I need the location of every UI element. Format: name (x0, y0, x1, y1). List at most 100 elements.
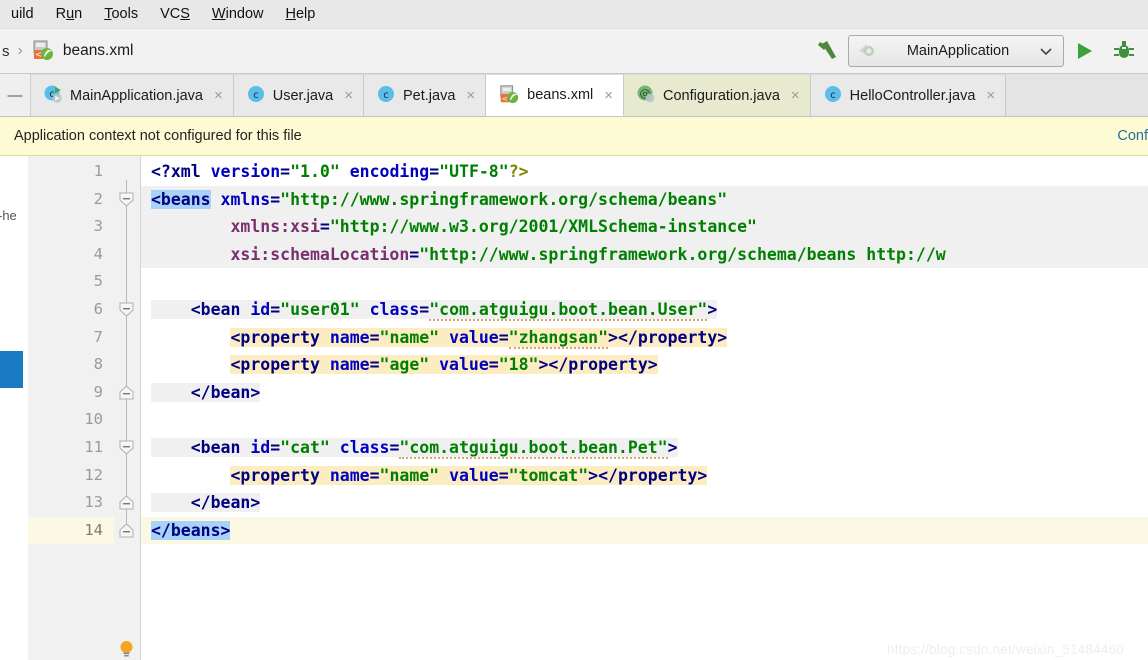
breadcrumb-separator-icon: › (17, 42, 23, 59)
menu-item-build[interactable]: uild (0, 2, 45, 26)
line-number: 13 (84, 493, 103, 512)
menu-bar: uild Run Tools VCS Window Help (0, 0, 1148, 29)
tab-pet-java[interactable]: c Pet.java × (363, 74, 487, 116)
code-line-10[interactable] (141, 406, 1148, 434)
close-icon[interactable]: × (604, 88, 613, 103)
annotation-icon: @ (636, 84, 656, 107)
navigation-toolbar: s › < beans.xml MainApplication (0, 29, 1148, 74)
code-editor: -he 1 2 3 4 5 6 7 8 9 10 11 12 13 14 (0, 156, 1148, 660)
tab-user-java[interactable]: c User.java × (233, 74, 364, 116)
line-number: 8 (93, 355, 103, 374)
debug-bug-icon[interactable] (1104, 33, 1144, 69)
run-config-label: MainApplication (906, 43, 1010, 59)
close-icon[interactable]: × (214, 88, 223, 103)
svg-text:c: c (253, 90, 259, 101)
code-line-12[interactable]: <property name="name" value="tomcat"></p… (141, 462, 1148, 490)
line-number: 4 (93, 244, 103, 263)
svg-text:<: < (35, 50, 42, 59)
hammer-icon[interactable] (808, 33, 848, 69)
code-line-3[interactable]: xmlns:xsi="http://www.w3.org/2001/XMLSch… (141, 213, 1148, 241)
fold-marker-end[interactable] (118, 384, 135, 401)
breadcrumb-segment[interactable]: s (2, 43, 10, 60)
ide-window: uild Run Tools VCS Window Help s › < bea… (0, 0, 1148, 660)
menu-label: uild (11, 6, 34, 22)
line-number: 1 (93, 162, 103, 180)
close-icon[interactable]: × (986, 88, 995, 103)
fold-marker-expanded[interactable] (118, 191, 135, 208)
tool-window-indicator[interactable] (0, 351, 23, 388)
line-number-gutter: 1 2 3 4 5 6 7 8 9 10 11 12 13 14 (28, 156, 114, 660)
chevron-down-icon[interactable] (1039, 44, 1053, 59)
tab-label: Pet.java (402, 87, 456, 104)
fold-marker-end[interactable] (118, 494, 135, 511)
code-line-11[interactable]: <bean id="cat" class="com.atguigu.boot.b… (141, 434, 1148, 462)
code-line-5[interactable] (141, 268, 1148, 296)
tab-label: HelloController.java (849, 87, 976, 104)
line-number: 14 (28, 516, 114, 545)
java-class-run-icon: c (43, 84, 63, 107)
spring-xml-icon: < (31, 38, 55, 65)
line-number: 2 (93, 189, 103, 208)
run-configuration-selector[interactable]: MainApplication (848, 35, 1064, 67)
run-config-icon (857, 40, 877, 63)
menu-item-tools[interactable]: Tools (93, 2, 149, 26)
tool-window-collapse-button[interactable]: — (0, 74, 31, 116)
code-line-7[interactable]: <property name="name" value="zhangsan"><… (141, 324, 1148, 352)
close-icon[interactable]: × (466, 88, 475, 103)
breadcrumb: s › < beans.xml (0, 38, 133, 65)
menu-item-help[interactable]: Help (274, 2, 326, 26)
editor-tab-strip: — c MainApplication.java × c User.java ×… (0, 74, 1148, 117)
tab-beans-xml[interactable]: < beans.xml × (486, 74, 625, 116)
tab-label: beans.xml (527, 87, 594, 103)
code-line-1[interactable]: <?xml version="1.0" encoding="UTF-8"?> (141, 158, 1148, 186)
menu-item-window[interactable]: Window (201, 2, 275, 26)
line-number: 7 (93, 327, 103, 346)
fold-region-line (126, 180, 127, 535)
watermark-text: https://blog.csdn.net/weixin_51484460 (886, 642, 1124, 657)
left-tool-window-strip: -he (0, 156, 28, 660)
code-line-8[interactable]: <property name="age" value="18"></proper… (141, 351, 1148, 379)
close-icon[interactable]: × (791, 88, 800, 103)
fold-marker-expanded[interactable] (118, 439, 135, 456)
line-number: 9 (93, 382, 103, 401)
notification-banner: Application context not configured for t… (0, 117, 1148, 156)
line-number: 3 (93, 217, 103, 236)
code-line-13[interactable]: </bean> (141, 489, 1148, 517)
line-number: 11 (84, 437, 103, 456)
svg-text:c: c (830, 90, 836, 101)
code-line-4[interactable]: xsi:schemaLocation="http://www.springfra… (141, 240, 1148, 269)
menu-item-vcs[interactable]: VCS (149, 2, 201, 26)
line-number: 6 (93, 299, 103, 318)
code-line-6[interactable]: <bean id="user01" class="com.atguigu.boo… (141, 296, 1148, 324)
code-line-14[interactable]: </beans> (141, 516, 1148, 545)
configure-link[interactable]: Conf (1117, 128, 1148, 144)
fold-gutter (114, 156, 141, 660)
close-icon[interactable]: × (344, 88, 353, 103)
tab-label: Configuration.java (663, 87, 780, 104)
svg-text:<: < (502, 93, 508, 102)
run-triangle-icon[interactable] (1064, 33, 1104, 69)
tool-window-label[interactable]: -he (0, 208, 17, 223)
line-number: 10 (84, 410, 103, 429)
toolbar-actions: MainApplication (808, 33, 1148, 69)
java-class-icon: c (246, 84, 266, 107)
minus-icon: — (7, 86, 23, 104)
menu-item-run[interactable]: Run (45, 2, 94, 26)
tab-configuration-java[interactable]: @ Configuration.java × (624, 74, 811, 116)
fold-marker-end[interactable] (118, 522, 135, 539)
tab-label: MainApplication.java (70, 87, 203, 104)
breadcrumb-file-name[interactable]: beans.xml (63, 42, 134, 60)
tab-mainapplication-java[interactable]: c MainApplication.java × (31, 74, 234, 116)
spring-xml-icon: < (498, 83, 520, 108)
lightbulb-intention-icon[interactable] (116, 639, 137, 660)
fold-marker-expanded[interactable] (118, 301, 135, 318)
java-class-icon: c (376, 84, 396, 107)
line-number: 5 (93, 272, 103, 291)
code-text-area[interactable]: <?xml version="1.0" encoding="UTF-8"?> <… (141, 156, 1148, 660)
svg-text:c: c (383, 90, 389, 101)
tab-hellocontroller-java[interactable]: c HelloController.java × (810, 74, 1007, 116)
java-class-icon: c (823, 84, 843, 107)
line-number: 12 (84, 465, 103, 484)
code-line-9[interactable]: </bean> (141, 379, 1148, 407)
code-line-2[interactable]: <beans xmlns="http://www.springframework… (141, 185, 1148, 214)
